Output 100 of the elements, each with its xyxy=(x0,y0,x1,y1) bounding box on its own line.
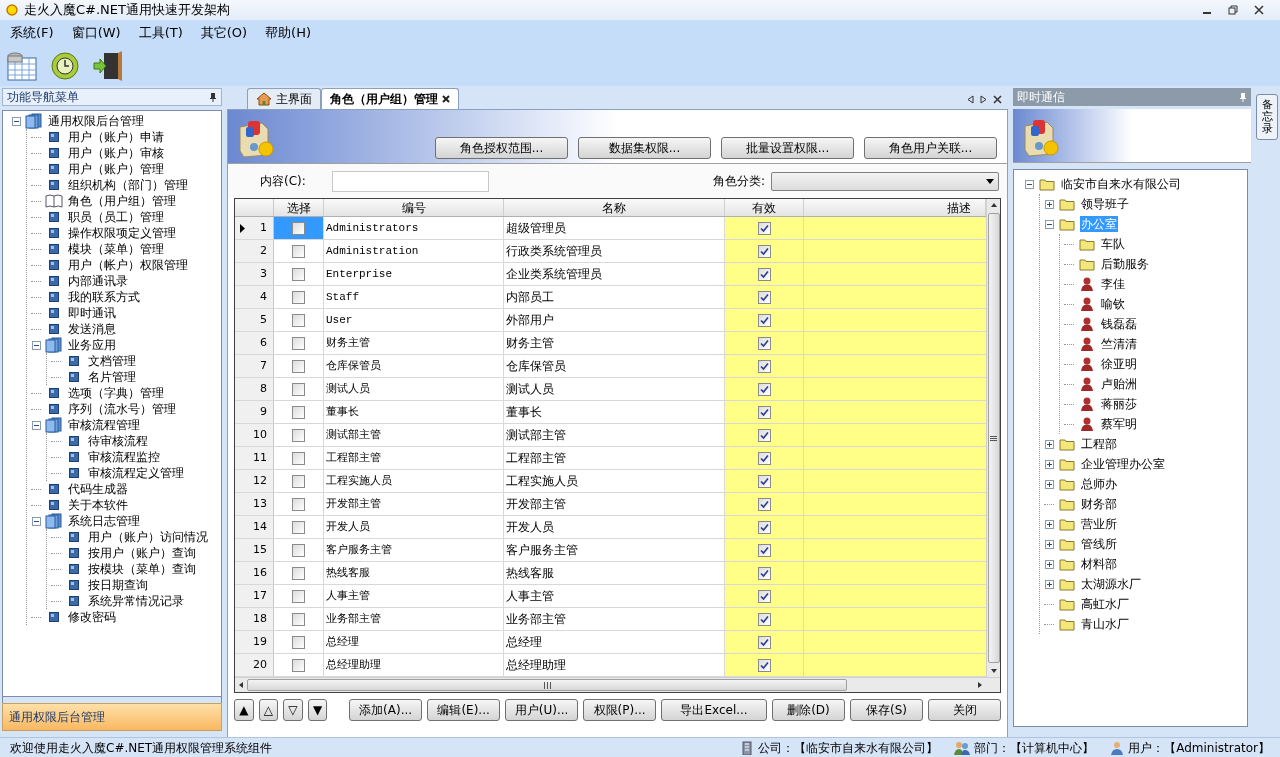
scroll-left-icon[interactable] xyxy=(967,94,974,104)
select-checkbox[interactable] xyxy=(292,566,305,580)
tree-item[interactable]: 用户（账户）管理 xyxy=(67,161,165,177)
tree-item[interactable]: 企业管理办公室 xyxy=(1080,456,1166,472)
tree-item[interactable]: 文档管理 xyxy=(87,353,137,369)
tree-item[interactable]: 蒋丽莎 xyxy=(1100,396,1138,412)
table-row[interactable]: 14 开发人员 开发人员 xyxy=(235,516,986,539)
table-row[interactable]: 12 工程实施人员 工程实施人员 xyxy=(235,470,986,493)
tree-item[interactable]: 系统异常情况记录 xyxy=(87,593,185,609)
valid-checkbox[interactable] xyxy=(757,428,771,442)
valid-checkbox[interactable] xyxy=(757,566,771,580)
clock-icon[interactable] xyxy=(50,51,80,81)
expand-icon[interactable] xyxy=(1044,479,1054,489)
column-header[interactable]: 有效 xyxy=(752,198,776,217)
expand-icon[interactable] xyxy=(1044,459,1054,469)
tree-item[interactable]: 后勤服务 xyxy=(1100,256,1150,272)
toolbar-button[interactable]: 关闭 xyxy=(928,699,1001,721)
tree-item[interactable]: 审核流程定义管理 xyxy=(87,465,185,481)
table-row[interactable]: 6 财务主管 财务主管 xyxy=(235,332,986,355)
table-row[interactable]: 15 客户服务主管 客户服务主管 xyxy=(235,539,986,562)
move-button[interactable]: ▲ xyxy=(234,699,254,721)
tree-item[interactable]: 用户（账户）审核 xyxy=(67,145,165,161)
tree-item[interactable]: 按模块（菜单）查询 xyxy=(87,561,197,577)
category-dropdown[interactable] xyxy=(771,171,999,191)
panel-footer-bar[interactable]: 通用权限后台管理 xyxy=(2,703,222,731)
column-header[interactable]: 描述 xyxy=(947,198,971,217)
table-row[interactable]: 17 人事主管 人事主管 xyxy=(235,585,986,608)
scroll-left-icon[interactable] xyxy=(237,681,245,689)
collapse-icon[interactable] xyxy=(11,116,21,126)
close-icon[interactable] xyxy=(993,94,1002,104)
tree-item[interactable]: 青山水厂 xyxy=(1080,616,1130,632)
valid-checkbox[interactable] xyxy=(757,244,771,258)
table-row[interactable]: 10 测试部主管 测试部主管 xyxy=(235,424,986,447)
valid-checkbox[interactable] xyxy=(757,221,771,235)
valid-checkbox[interactable] xyxy=(757,520,771,534)
action-button[interactable]: 角色授权范围... xyxy=(435,136,568,159)
select-checkbox[interactable] xyxy=(292,658,305,672)
valid-checkbox[interactable] xyxy=(757,612,771,626)
select-checkbox[interactable] xyxy=(292,612,305,626)
side-tab[interactable]: 备忘录 xyxy=(1256,94,1278,141)
tree-item[interactable]: 职员（员工）管理 xyxy=(67,209,165,225)
tree-item[interactable]: 钱磊磊 xyxy=(1100,316,1138,332)
action-button[interactable]: 批量设置权限... xyxy=(721,136,854,159)
menu-item[interactable]: 帮助(H) xyxy=(265,23,312,43)
table-row[interactable]: 5 User 外部用户 xyxy=(235,309,986,332)
tree-item[interactable]: 业务应用 xyxy=(67,337,117,353)
toolbar-button[interactable]: 导出Excel... xyxy=(661,699,767,721)
move-button[interactable]: ▼ xyxy=(307,699,328,721)
tree-item[interactable]: 材料部 xyxy=(1080,556,1118,572)
tree-item[interactable]: 操作权限项定义管理 xyxy=(67,225,177,241)
tree-item[interactable]: 序列（流水号）管理 xyxy=(67,401,177,417)
column-header[interactable]: 编号 xyxy=(401,198,426,217)
select-checkbox[interactable] xyxy=(292,497,305,511)
tree-item[interactable]: 审核流程管理 xyxy=(67,417,141,433)
select-checkbox[interactable] xyxy=(292,221,305,235)
table-row[interactable]: 11 工程部主管 工程部主管 xyxy=(235,447,986,470)
action-button[interactable]: 数据集权限... xyxy=(578,136,711,159)
select-checkbox[interactable] xyxy=(292,428,305,442)
close-icon[interactable] xyxy=(1254,5,1264,15)
tree-item[interactable]: 临安市自来水有限公司 xyxy=(1060,176,1182,192)
tree-item[interactable]: 徐亚明 xyxy=(1100,356,1138,372)
toolbar-button[interactable]: 用户(U)... xyxy=(505,699,579,721)
table-row[interactable]: 2 Administration 行政类系统管理员 xyxy=(235,240,986,263)
tree-item[interactable]: 待审核流程 xyxy=(87,433,149,449)
tree-item[interactable]: 按用户（账户）查询 xyxy=(87,545,197,561)
tree-item[interactable]: 用户（账户）访问情况 xyxy=(87,529,209,545)
menu-item[interactable]: 系统(F) xyxy=(10,23,54,43)
tree-item[interactable]: 管线所 xyxy=(1080,536,1118,552)
menu-item[interactable]: 其它(O) xyxy=(200,23,248,43)
scroll-right-icon[interactable] xyxy=(980,94,987,104)
move-button[interactable]: △ xyxy=(258,699,279,721)
table-row[interactable]: 9 董事长 董事长 xyxy=(235,401,986,424)
tree-item[interactable]: 竺清清 xyxy=(1100,336,1138,352)
valid-checkbox[interactable] xyxy=(757,336,771,350)
toolbar-button[interactable]: 保存(S) xyxy=(850,699,923,721)
tree-item[interactable]: 我的联系方式 xyxy=(67,289,141,305)
tree-item[interactable]: 车队 xyxy=(1100,236,1126,252)
valid-checkbox[interactable] xyxy=(757,290,771,304)
collapse-icon[interactable] xyxy=(31,516,41,526)
valid-checkbox[interactable] xyxy=(757,451,771,465)
expand-icon[interactable] xyxy=(1044,439,1054,449)
select-checkbox[interactable] xyxy=(292,382,305,396)
tree-item[interactable]: 喻钦 xyxy=(1100,296,1126,312)
table-row[interactable]: 1 Administrators 超级管理员 xyxy=(235,217,986,240)
toolbar-button[interactable]: 删除(D) xyxy=(772,699,845,721)
collapse-icon[interactable] xyxy=(31,420,41,430)
tree-item[interactable]: 用户（帐户）权限管理 xyxy=(67,257,189,273)
select-checkbox[interactable] xyxy=(292,405,305,419)
tree-item[interactable]: 角色（用户组）管理 xyxy=(67,193,177,209)
restore-icon[interactable] xyxy=(1228,5,1238,15)
select-checkbox[interactable] xyxy=(292,451,305,465)
close-icon[interactable] xyxy=(442,95,450,103)
pin-icon[interactable] xyxy=(209,92,217,102)
content-field[interactable] xyxy=(332,170,489,192)
action-button[interactable]: 角色用户关联... xyxy=(864,136,997,159)
tree-item[interactable]: 财务部 xyxy=(1080,496,1118,512)
column-header[interactable]: 选择 xyxy=(286,198,311,217)
tree-item[interactable]: 关于本软件 xyxy=(67,497,129,513)
toolbar-button[interactable]: 添加(A)... xyxy=(349,699,423,721)
tree-item[interactable]: 选项（字典）管理 xyxy=(67,385,165,401)
